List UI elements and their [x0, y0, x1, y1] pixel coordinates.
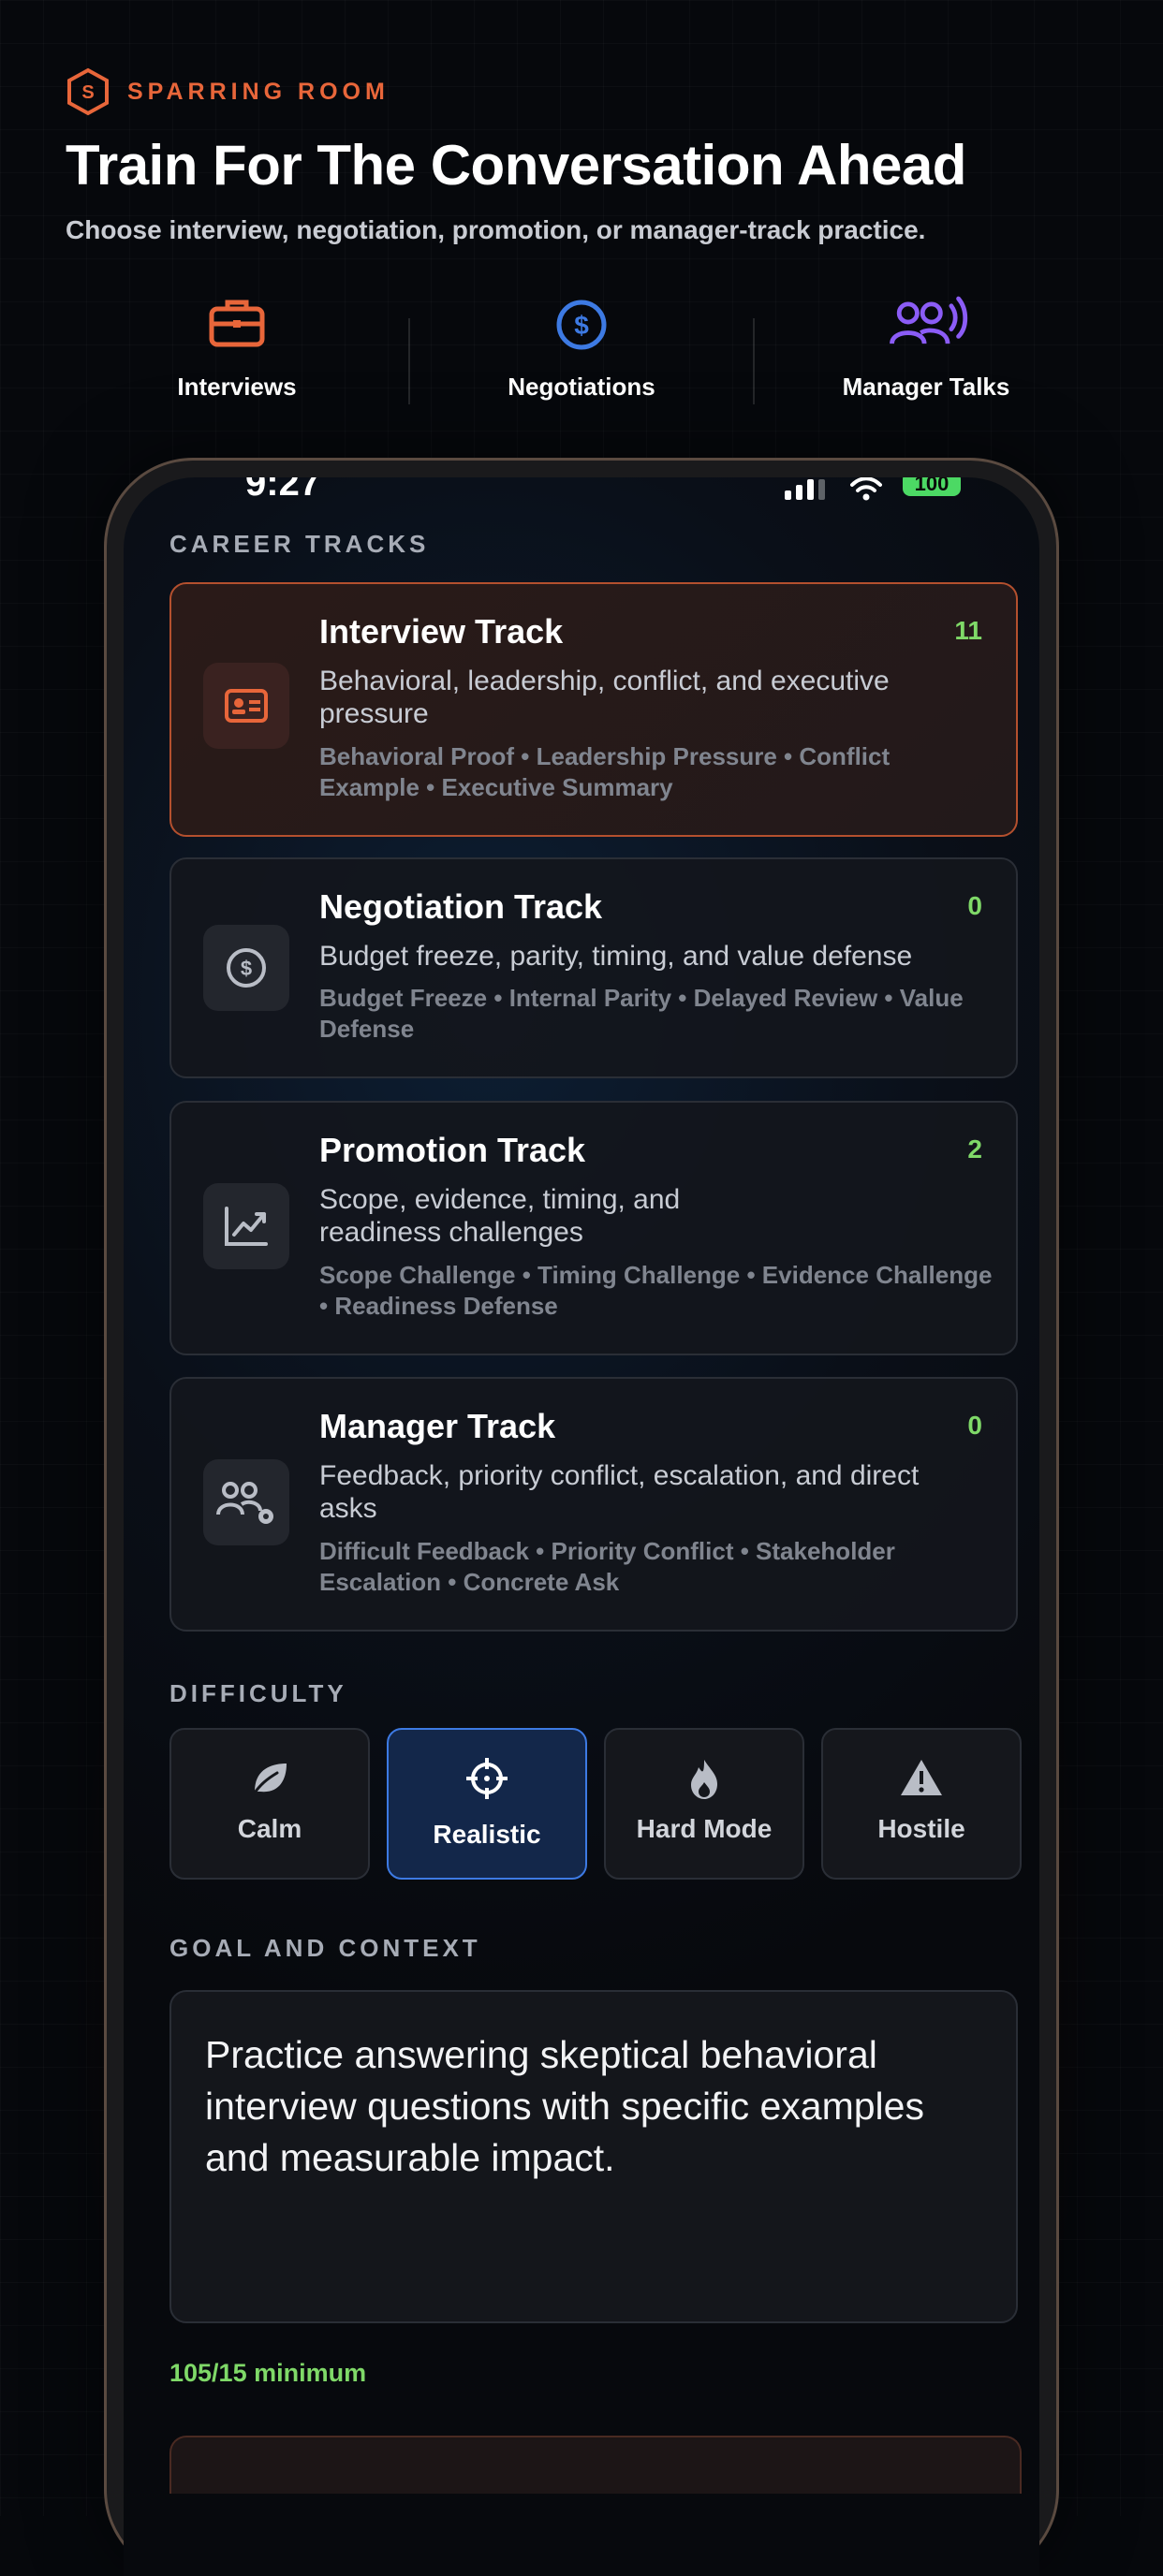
track-icon	[203, 1183, 289, 1269]
track-count: 0	[967, 1411, 982, 1440]
difficulty-label: Calm	[237, 1814, 302, 1843]
section-label-difficulty: DIFFICULTY	[169, 1679, 347, 1707]
track-description: Scope, evidence, timing, and readiness c…	[319, 1184, 681, 1248]
people-gear-icon	[216, 1482, 273, 1524]
character-counter: 105/15 minimum	[169, 2359, 367, 2387]
track-description: Behavioral, leadership, conflict, and ex…	[319, 666, 890, 729]
flame-icon	[691, 1760, 717, 1799]
difficulty-label: Realistic	[433, 1820, 541, 1849]
track-tags: Behavioral Proof • Leadership Pressure •…	[319, 742, 891, 801]
track-tags: Difficult Feedback • Priority Conflict •…	[319, 1537, 895, 1596]
bottom-card[interactable]	[169, 2436, 1022, 2494]
feature-negotiations: $ Negotiations	[410, 290, 753, 412]
dollar-circle-icon: $	[227, 948, 266, 988]
goal-textarea[interactable]: Practice answering skeptical behavioral …	[169, 1990, 1018, 2323]
track-card-manager[interactable]: Manager Track 0 Feedback, priority confl…	[169, 1377, 1018, 1632]
briefcase-icon	[209, 300, 265, 347]
feature-row: Interviews $ Negotiations Manager Talks	[66, 290, 1097, 412]
brand-name: SPARRING ROOM	[127, 78, 390, 105]
leaf-icon	[251, 1764, 287, 1797]
brand: S SPARRING ROOM	[66, 67, 390, 116]
dollar-circle-icon: $	[556, 300, 607, 350]
difficulty-option-hostile[interactable]: Hostile	[821, 1728, 1022, 1880]
difficulty-label: Hard Mode	[636, 1814, 773, 1843]
track-card-promotion[interactable]: Promotion Track 2 Scope, evidence, timin…	[169, 1101, 1018, 1355]
page-subtitle: Choose interview, negotiation, promotion…	[66, 215, 926, 244]
track-card-interview[interactable]: Interview Track 11 Behavioral, leadershi…	[169, 582, 1018, 837]
track-title: Manager Track	[319, 1407, 556, 1445]
svg-text:$: $	[241, 957, 252, 980]
id-card-icon	[225, 689, 268, 723]
phone-screen: 9:27 100 CAREER TRACKS Interview Track 1…	[124, 477, 1039, 2576]
difficulty-option-hard-mode[interactable]: Hard Mode	[604, 1728, 804, 1880]
track-description: Feedback, priority conflict, escalation,…	[319, 1460, 920, 1524]
track-tags: Budget Freeze • Internal Parity • Delaye…	[319, 984, 964, 1043]
phone-frame: 9:27 100 CAREER TRACKS Interview Track 1…	[107, 461, 1056, 2576]
track-icon: $	[203, 925, 289, 1011]
wifi-icon	[850, 477, 882, 501]
feature-label: Interviews	[177, 373, 297, 401]
section-label-career-tracks: CAREER TRACKS	[169, 530, 430, 558]
feature-interviews: Interviews	[66, 290, 408, 412]
people-voice-icon	[890, 296, 968, 344]
chart-up-icon	[225, 1207, 268, 1246]
crosshair-icon	[466, 1758, 508, 1799]
difficulty-option-calm[interactable]: Calm	[169, 1728, 370, 1880]
page-title: Train For The Conversation Ahead	[66, 134, 966, 197]
track-count: 2	[967, 1134, 982, 1164]
feature-label: Negotiations	[508, 373, 655, 401]
svg-text:S: S	[81, 82, 94, 103]
track-description: Budget freeze, parity, timing, and value…	[319, 941, 913, 972]
feature-label: Manager Talks	[842, 373, 1010, 401]
battery-indicator: 100	[903, 477, 961, 496]
section-label-goal: GOAL AND CONTEXT	[169, 1934, 481, 1962]
feature-manager-talks: Manager Talks	[755, 290, 1097, 412]
svg-text:$: $	[574, 311, 589, 340]
track-icon	[203, 663, 289, 749]
difficulty-label: Hostile	[877, 1814, 965, 1843]
status-bar: 9:27 100	[124, 477, 1039, 509]
brand-logo-icon: S	[67, 67, 109, 116]
signal-icon	[785, 479, 825, 500]
track-card-negotiation[interactable]: $ Negotiation Track 0 Budget freeze, par…	[169, 857, 1018, 1078]
difficulty-option-realistic[interactable]: Realistic	[387, 1728, 587, 1880]
track-icon	[203, 1459, 289, 1545]
track-count: 11	[954, 616, 982, 645]
track-title: Interview Track	[319, 612, 564, 651]
track-title: Negotiation Track	[319, 887, 603, 926]
warning-icon	[901, 1760, 942, 1795]
track-tags: Scope Challenge • Timing Challenge • Evi…	[319, 1261, 993, 1320]
track-count: 0	[967, 891, 982, 920]
status-time: 9:27	[245, 477, 321, 504]
goal-text: Practice answering skeptical behavioral …	[205, 2033, 924, 2179]
track-title: Promotion Track	[319, 1131, 586, 1169]
